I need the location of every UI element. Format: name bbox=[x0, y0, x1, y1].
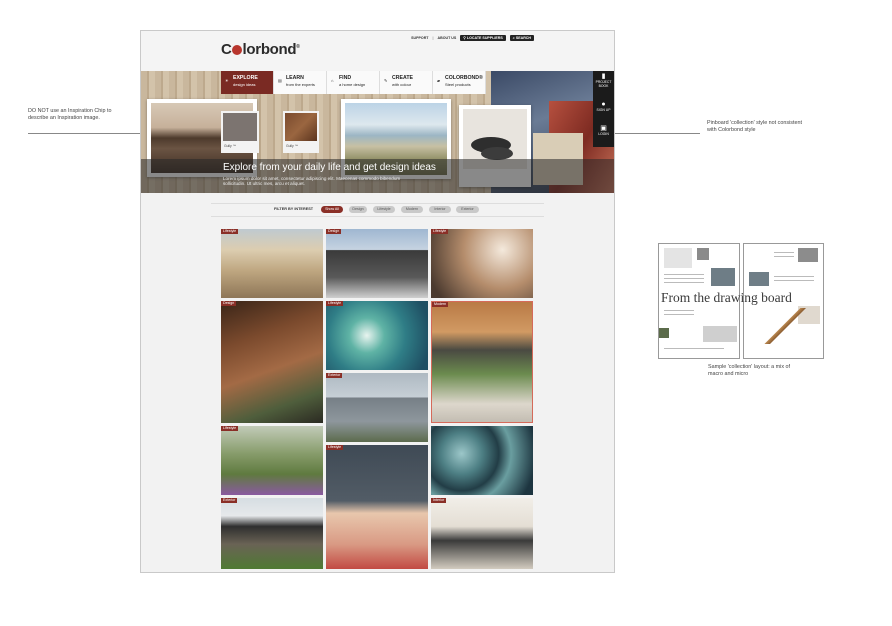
search-label: SEARCH bbox=[515, 36, 531, 40]
filter-exterior[interactable]: Exterior bbox=[456, 206, 479, 213]
tile-pendant-light[interactable]: Interior bbox=[431, 498, 533, 569]
hero-pinboard: Gully ™ Gully ™ ☀ EXPLORE design ideas ▤ LE… bbox=[141, 71, 614, 193]
tile-tag: Design bbox=[326, 229, 342, 234]
tile-tag: Lifestyle bbox=[221, 229, 239, 234]
house-icon: ⌂ bbox=[331, 78, 334, 83]
search-button[interactable]: ⌕ SEARCH bbox=[509, 35, 534, 41]
tile-tag: Lifestyle bbox=[326, 301, 344, 306]
locate-suppliers-button[interactable]: ⚲ LOCATE SUPPLIERS bbox=[460, 35, 506, 41]
nav-explore[interactable]: ☀ EXPLORE design ideas bbox=[221, 71, 274, 94]
annotation-left: DO NOT use an Inspiration Chip to descri… bbox=[28, 108, 112, 121]
tile-girl-flower[interactable]: Lifestyle bbox=[326, 445, 428, 569]
inspiration-chip[interactable]: Gully ™ bbox=[283, 111, 319, 153]
support-link[interactable]: SUPPORT bbox=[411, 36, 428, 40]
search-icon: ⌕ bbox=[512, 36, 515, 40]
filter-label: FILTER BY INTEREST bbox=[274, 207, 314, 211]
chip-label: Gully ™ bbox=[286, 144, 299, 148]
hero-title: Explore from your daily life and get des… bbox=[223, 162, 436, 173]
brush-icon: ✎ bbox=[384, 78, 388, 83]
tile-timber-deck[interactable]: Design bbox=[221, 301, 323, 423]
project-book-button[interactable]: ▮ PROJECT BOOK bbox=[593, 73, 614, 89]
tile-tag: Modern bbox=[432, 302, 449, 307]
nav-colorbond[interactable]: ▰ COLORBOND® Steel products bbox=[433, 71, 486, 94]
sign-up-button[interactable]: ● SIGN UP bbox=[593, 101, 614, 113]
annotation-right: Pinboard 'collection' style not consiste… bbox=[707, 120, 802, 133]
lightbulb-icon: ☀ bbox=[225, 78, 229, 83]
tile-dining[interactable]: Lifestyle bbox=[431, 229, 533, 298]
tile-cabin[interactable]: Exterior bbox=[221, 498, 323, 569]
tile-tag: Exterior bbox=[221, 498, 238, 503]
nav-learn[interactable]: ▤ LEARN from the experts bbox=[274, 71, 327, 94]
tile-succulents[interactable] bbox=[431, 426, 533, 495]
tile-tag: Design bbox=[221, 301, 237, 306]
login-button[interactable]: ▣ LOGIN bbox=[593, 125, 614, 137]
header: Clorbond® SUPPORT | ABOUT US ⚲ LOCATE SU… bbox=[141, 31, 614, 73]
colorbond-logo[interactable]: Clorbond® bbox=[221, 41, 300, 58]
filter-show-all[interactable]: Show All bbox=[321, 206, 343, 213]
tile-tag: Lifestyle bbox=[431, 229, 449, 234]
sample-caption: Sample 'collection' layout: a mix of mac… bbox=[708, 364, 791, 377]
annotation-left-line bbox=[28, 133, 153, 134]
filter-lifestyle[interactable]: Lifestyle bbox=[373, 206, 395, 213]
tile-courtyard[interactable]: Modern bbox=[431, 301, 533, 423]
link-separator: | bbox=[432, 36, 434, 40]
tile-watering-can[interactable]: Lifestyle bbox=[221, 426, 323, 495]
about-us-link[interactable]: ABOUT US bbox=[438, 36, 457, 40]
book-icon: ▤ bbox=[278, 78, 282, 83]
side-panel: ▮ PROJECT BOOK ● SIGN UP ▣ LOGIN bbox=[593, 71, 614, 147]
hero-text: Lorem ipsum dolor sit amet, consectetur … bbox=[223, 176, 401, 186]
truck-icon: ▰ bbox=[437, 78, 441, 83]
tile-tag: Interior bbox=[431, 498, 447, 503]
tile-tag: Lifestyle bbox=[221, 426, 239, 431]
filter-modern[interactable]: Modern bbox=[401, 206, 423, 213]
website-mockup: Clorbond® SUPPORT | ABOUT US ⚲ LOCATE SU… bbox=[140, 30, 615, 573]
top-links: SUPPORT | ABOUT US ⚲ LOCATE SUPPLIERS ⌕ … bbox=[411, 35, 534, 41]
tile-modern-house[interactable]: Design bbox=[326, 229, 428, 298]
locate-label: LOCATE SUPPLIERS bbox=[466, 36, 503, 40]
nav-find[interactable]: ⌂ FIND a home design bbox=[327, 71, 380, 94]
filter-design[interactable]: Design bbox=[349, 206, 367, 213]
annotation-right-line bbox=[612, 133, 700, 134]
inspiration-chip[interactable]: Gully ™ bbox=[221, 111, 259, 153]
tile-grey-house[interactable]: Exterior bbox=[326, 373, 428, 442]
chip-label: Gully ™ bbox=[224, 144, 237, 148]
tile-wave[interactable]: Lifestyle bbox=[326, 301, 428, 370]
tile-tag: Exterior bbox=[326, 373, 343, 378]
pin-icon: ⚲ bbox=[463, 36, 466, 40]
filter-bar: FILTER BY INTEREST Show All Design Lifes… bbox=[211, 203, 544, 217]
tile-tag: Lifestyle bbox=[326, 445, 344, 450]
filter-interior[interactable]: Interior bbox=[429, 206, 451, 213]
nav-create[interactable]: ✎ CREATE with colour bbox=[380, 71, 433, 94]
tile-sand-dunes[interactable]: Lifestyle bbox=[221, 229, 323, 298]
main-nav: ☀ EXPLORE design ideas ▤ LEARN from the expe… bbox=[221, 71, 486, 94]
sample-headline: From the drawing board bbox=[661, 290, 792, 305]
